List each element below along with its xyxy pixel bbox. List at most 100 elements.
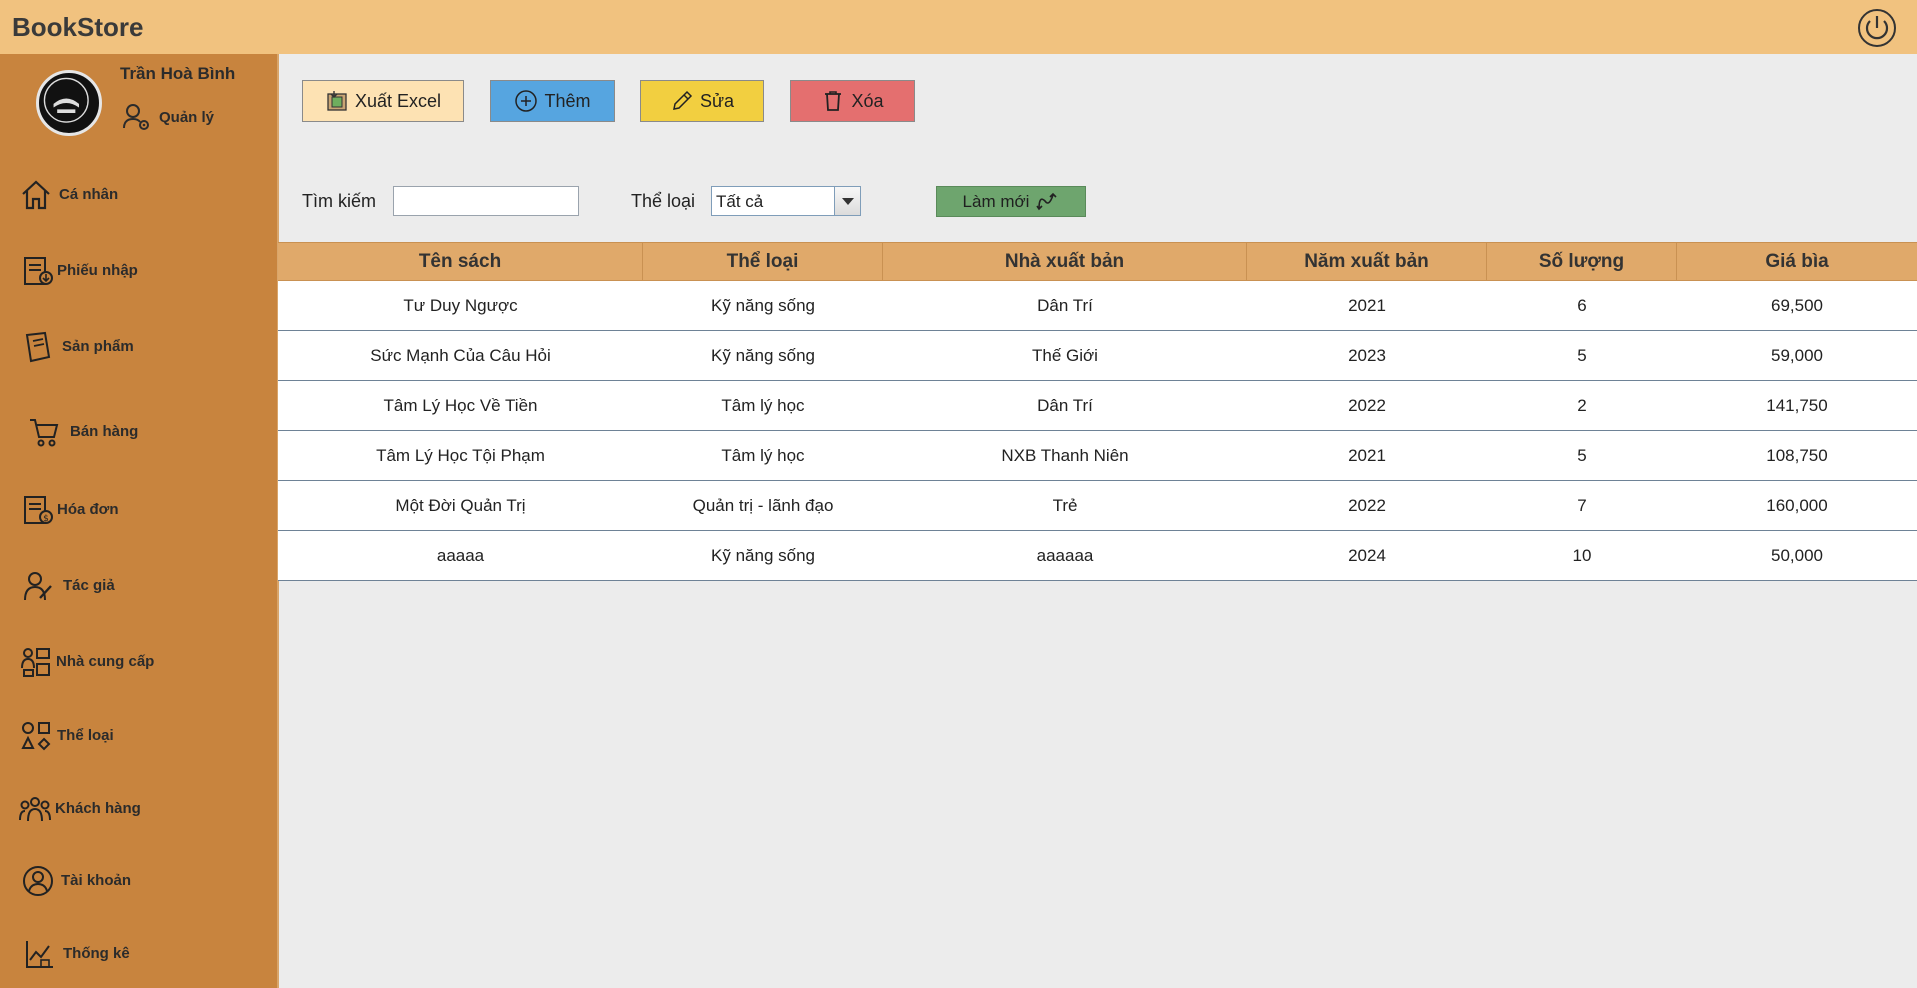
chevron-down-icon[interactable]	[834, 187, 860, 215]
sidebar-item-label: Nhà cung cấp	[56, 653, 155, 670]
title-bar: BookStore	[0, 0, 1917, 54]
sidebar-item-customers[interactable]: Khách hàng	[0, 784, 277, 834]
cell-category: Tâm lý học	[721, 446, 805, 465]
sidebar-item-label: Tác giả	[63, 577, 115, 594]
sidebar-item-label: Sản phẩm	[62, 338, 134, 355]
cell-publisher: Dân Trí	[1037, 296, 1093, 315]
refresh-icon	[1036, 192, 1058, 210]
table-row[interactable]: Một Đời Quản Trị Quản trị - lãnh đạo Trẻ 20…	[278, 481, 1917, 531]
table-row[interactable]: Sức Mạnh Của Câu Hỏi Kỹ năng sống Thế Giới…	[278, 331, 1917, 381]
excel-export-icon	[327, 91, 347, 111]
sidebar-item-products[interactable]: Sản phẩm	[0, 322, 277, 372]
cell-price: 69,500	[1771, 296, 1823, 315]
cell-price: 50,000	[1771, 546, 1823, 565]
edit-button[interactable]: Sửa	[640, 80, 764, 122]
author-icon	[24, 572, 52, 601]
add-button[interactable]: Thêm	[490, 80, 615, 122]
column-header-publisher[interactable]: Nhà xuất bản	[883, 243, 1247, 281]
svg-text:$: $	[43, 514, 49, 524]
avatar	[36, 70, 102, 136]
trash-icon	[825, 91, 842, 111]
cell-publisher: NXB Thanh Niên	[1001, 446, 1129, 465]
cell-price: 59,000	[1771, 346, 1823, 365]
refresh-label: Làm mới	[962, 191, 1030, 211]
user-name: Trần Hoà Bình	[120, 64, 236, 83]
column-header-price[interactable]: Giá bìa	[1677, 243, 1917, 281]
app-title: BookStore	[12, 12, 144, 42]
book-icon	[25, 331, 51, 363]
table-row[interactable]: Tâm Lý Học Tội Phạm Tâm lý học NXB Thanh N…	[278, 431, 1917, 481]
sidebar-item-label: Thể loại	[57, 727, 114, 744]
search-label: Tìm kiếm	[302, 191, 376, 211]
invoice-icon: $	[24, 496, 53, 524]
refresh-button[interactable]: Làm mới	[936, 186, 1086, 217]
cell-category: Kỹ năng sống	[711, 546, 815, 565]
supplier-icon	[21, 648, 50, 677]
cell-quantity: 6	[1577, 296, 1587, 315]
delete-button[interactable]: Xóa	[790, 80, 915, 122]
search-input[interactable]	[393, 186, 579, 216]
cell-category: Tâm lý học	[721, 396, 805, 415]
category-label: Thể loại	[631, 191, 696, 211]
cart-icon	[30, 419, 59, 447]
user-role: Quản lý	[159, 109, 215, 126]
cell-title: Một Đời Quản Trị	[395, 496, 526, 515]
column-header-title[interactable]: Tên sách	[278, 243, 643, 281]
category-select[interactable]: Tất cả	[711, 186, 861, 216]
sidebar-item-import-receipt[interactable]: Phiếu nhập	[0, 246, 277, 296]
sidebar-item-statistics[interactable]: Thống kê	[0, 929, 277, 979]
home-icon	[22, 180, 50, 210]
sidebar-item-supplier[interactable]: Nhà cung cấp	[0, 637, 277, 687]
delete-label: Xóa	[851, 90, 884, 111]
sidebar-item-category[interactable]: Thể loại	[0, 711, 277, 761]
cell-category: Kỹ năng sống	[711, 346, 815, 365]
cell-category: Quản trị - lãnh đạo	[692, 496, 834, 515]
cell-publisher: Trẻ	[1052, 496, 1078, 515]
account-icon	[23, 866, 53, 896]
category-icon	[21, 722, 51, 751]
table-row[interactable]: Tâm Lý Học Về Tiền Tâm lý học Dân Trí 2022 2…	[278, 381, 1917, 431]
cell-price: 160,000	[1766, 496, 1828, 515]
customers-icon	[19, 797, 51, 822]
cell-publisher: Dân Trí	[1037, 396, 1093, 415]
table-body: Tư Duy Ngược Kỹ năng sống Dân Trí 2021 6 69,5…	[278, 281, 1917, 581]
cell-year: 2022	[1348, 496, 1386, 515]
column-header-year[interactable]: Năm xuất bản	[1247, 243, 1487, 281]
sidebar-item-account[interactable]: Tài khoản	[0, 856, 277, 906]
sidebar-item-label: Bán hàng	[70, 423, 139, 440]
sidebar-item-invoice[interactable]: $ Hóa đơn	[0, 485, 277, 535]
edit-label: Sửa	[699, 90, 735, 111]
cell-publisher: aaaaaa	[1036, 546, 1094, 565]
sidebar-item-label: Tài khoản	[61, 872, 132, 889]
cell-publisher: Thế Giới	[1032, 346, 1098, 365]
cell-price: 108,750	[1766, 446, 1828, 465]
sidebar-item-label: Khách hàng	[55, 800, 141, 817]
plus-circle-icon	[515, 90, 538, 112]
cell-quantity: 7	[1577, 496, 1587, 515]
import-receipt-icon	[24, 257, 53, 285]
category-select-value: Tất cả	[716, 192, 764, 211]
cell-year: 2021	[1348, 446, 1386, 465]
add-label: Thêm	[544, 90, 591, 111]
cell-quantity: 2	[1577, 396, 1587, 415]
cell-title: Tư Duy Ngược	[403, 296, 518, 315]
table-header: Tên sách Thể loại Nhà xuất bản Năm xuất …	[278, 242, 1917, 281]
cell-title: Tâm Lý Học Tội Phạm	[376, 446, 545, 465]
sidebar-item-author[interactable]: Tác giả	[0, 561, 277, 611]
column-header-category[interactable]: Thể loại	[643, 243, 883, 281]
cell-category: Kỹ năng sống	[711, 296, 815, 315]
sidebar-item-label: Thống kê	[63, 945, 130, 962]
column-header-quantity[interactable]: Số lượng	[1487, 243, 1677, 281]
table-row[interactable]: Tư Duy Ngược Kỹ năng sống Dân Trí 2021 6 69,5…	[278, 281, 1917, 331]
cell-year: 2024	[1348, 546, 1386, 565]
cell-year: 2023	[1348, 346, 1386, 365]
sidebar-item-personal[interactable]: Cá nhân	[0, 170, 277, 220]
cell-price: 141,750	[1766, 396, 1828, 415]
user-settings-icon	[123, 104, 149, 130]
export-excel-button[interactable]: Xuất Excel	[302, 80, 464, 122]
cell-quantity: 5	[1577, 346, 1587, 365]
cell-year: 2021	[1348, 296, 1386, 315]
table-row[interactable]: aaaaa Kỹ năng sống aaaaaa 2024 10 50,000	[278, 531, 1917, 581]
power-icon[interactable]	[1857, 8, 1897, 48]
sidebar-item-sales[interactable]: Bán hàng	[0, 407, 277, 457]
